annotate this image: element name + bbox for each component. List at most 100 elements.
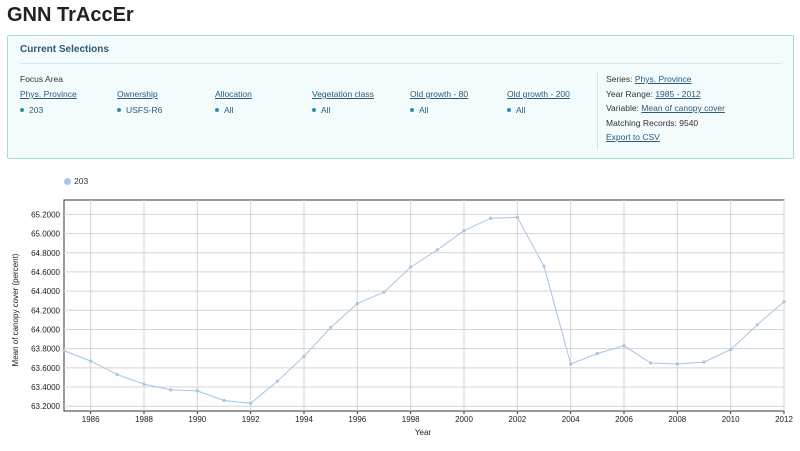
x-tick-label: 1990: [188, 415, 206, 424]
line-chart: 63.2000 63.4000 63.6000 63.8000 64.0000 64.20…: [11, 199, 793, 437]
data-point[interactable]: [782, 300, 786, 304]
data-point[interactable]: [435, 248, 439, 252]
export-csv-link[interactable]: Export to CSV: [606, 132, 660, 142]
data-point[interactable]: [195, 389, 199, 393]
x-tick-label: 1992: [242, 415, 260, 424]
data-point[interactable]: [675, 362, 679, 366]
bullet-icon: [410, 107, 414, 112]
y-tick-label: 63.6000: [31, 364, 60, 373]
old-growth-200-link[interactable]: Old growth - 200: [507, 89, 570, 99]
x-tick-label: 2008: [668, 415, 686, 424]
heading-divider: [20, 63, 781, 64]
y-tick-label: 63.2000: [31, 402, 60, 411]
x-tick-label: 2006: [615, 415, 633, 424]
variable-link[interactable]: Mean of canopy cover: [641, 103, 725, 113]
legend-label: 203: [74, 176, 89, 186]
y-tick-label: 64.4000: [31, 287, 60, 296]
filter-allocation: Allocation All: [215, 89, 252, 115]
x-tick-label: 1998: [402, 415, 420, 424]
old-growth-80-value: All: [410, 105, 468, 115]
bullet-icon: [507, 107, 511, 112]
x-tick-label: 2000: [455, 415, 473, 424]
series-link[interactable]: Phys. Province: [635, 74, 692, 84]
data-point[interactable]: [89, 359, 93, 363]
plot-area: [63, 199, 785, 412]
x-tick-label: 2004: [562, 415, 580, 424]
matching-records-value: 9540: [679, 117, 699, 128]
data-point[interactable]: [702, 360, 706, 364]
year-range-row: Year Range: 1985 - 2012: [606, 88, 701, 99]
x-tick-label: 1996: [348, 415, 366, 424]
y-tick-label: 64.6000: [31, 268, 60, 277]
x-tick-label: 2002: [508, 415, 526, 424]
ownership-link[interactable]: Ownership: [117, 89, 162, 99]
matching-records-row: Matching Records: 9540: [606, 117, 699, 128]
data-point[interactable]: [622, 344, 626, 348]
series-row: Series: Phys. Province: [606, 74, 692, 84]
year-range-link[interactable]: 1985 - 2012: [655, 89, 700, 99]
vegetation-class-value: All: [312, 105, 374, 115]
ownership-value: USFS-R6: [117, 105, 162, 115]
y-tick-label: 65.2000: [31, 210, 60, 219]
data-point[interactable]: [569, 362, 573, 366]
phys-province-value: 203: [20, 105, 77, 115]
summary-panel: Series: Phys. Province Year Range: 1985 …: [597, 72, 725, 150]
data-point[interactable]: [355, 301, 359, 306]
y-tick-label: 64.0000: [31, 325, 60, 334]
chart-legend[interactable]: 203: [64, 176, 88, 186]
bullet-icon: [312, 107, 316, 112]
current-selections-panel: Current Selections Focus Area Phys. Prov…: [7, 35, 794, 159]
data-point[interactable]: [649, 361, 653, 365]
data-point[interactable]: [169, 388, 173, 392]
x-axis-title: Year: [415, 428, 432, 437]
vegetation-class-link[interactable]: Vegetation class: [312, 89, 374, 99]
y-tick-label: 65.0000: [31, 230, 60, 239]
data-point[interactable]: [489, 216, 493, 220]
y-tick-label: 63.8000: [31, 345, 60, 354]
current-selections-heading: Current Selections: [20, 44, 109, 55]
filter-vegetation-class: Vegetation class All: [312, 89, 374, 115]
data-point[interactable]: [515, 215, 519, 219]
data-point[interactable]: [382, 290, 386, 294]
bullet-icon: [215, 107, 219, 112]
data-point[interactable]: [542, 264, 546, 268]
data-point[interactable]: [462, 229, 466, 233]
data-point[interactable]: [249, 401, 253, 405]
data-point[interactable]: [329, 325, 333, 330]
y-tick-label: 63.4000: [31, 383, 60, 392]
phys-province-link[interactable]: Phys. Province: [20, 89, 77, 99]
data-point[interactable]: [142, 382, 146, 386]
filter-ownership: Ownership USFS-R6: [117, 89, 162, 115]
focus-area-label: Focus Area: [20, 74, 63, 84]
data-point[interactable]: [595, 351, 599, 356]
grid-layer: [63, 199, 785, 412]
filter-phys-province: Phys. Province 203: [20, 89, 77, 115]
variable-row: Variable: Mean of canopy cover: [606, 103, 725, 113]
x-tick-label: 2012: [775, 415, 793, 424]
data-point[interactable]: [755, 323, 759, 327]
old-growth-80-link[interactable]: Old growth - 80: [410, 89, 468, 99]
data-point[interactable]: [115, 372, 119, 377]
x-tick-label: 1986: [82, 415, 100, 424]
export-row: Export to CSV: [606, 130, 725, 145]
allocation-value: All: [215, 105, 252, 115]
x-tick-label: 1988: [135, 415, 153, 424]
old-growth-200-value: All: [507, 105, 570, 115]
data-point[interactable]: [222, 398, 226, 403]
bullet-icon: [117, 107, 121, 112]
allocation-link[interactable]: Allocation: [215, 89, 252, 99]
data-point[interactable]: [409, 265, 413, 269]
y-tick-label: 64.8000: [31, 249, 60, 258]
data-point[interactable]: [302, 354, 306, 358]
y-tick-label: 64.2000: [31, 306, 60, 315]
bullet-icon: [20, 107, 24, 112]
filter-old-growth-200: Old growth - 200 All: [507, 89, 570, 115]
data-point[interactable]: [62, 348, 66, 353]
data-point[interactable]: [275, 379, 279, 383]
x-tick-label: 2010: [722, 415, 740, 424]
legend-swatch-icon: [64, 177, 71, 185]
x-tick-label: 1994: [295, 415, 313, 424]
filter-old-growth-80: Old growth - 80 All: [410, 89, 468, 115]
data-point[interactable]: [729, 348, 733, 352]
y-axis-title: Mean of canopy cover (percent): [11, 253, 20, 366]
